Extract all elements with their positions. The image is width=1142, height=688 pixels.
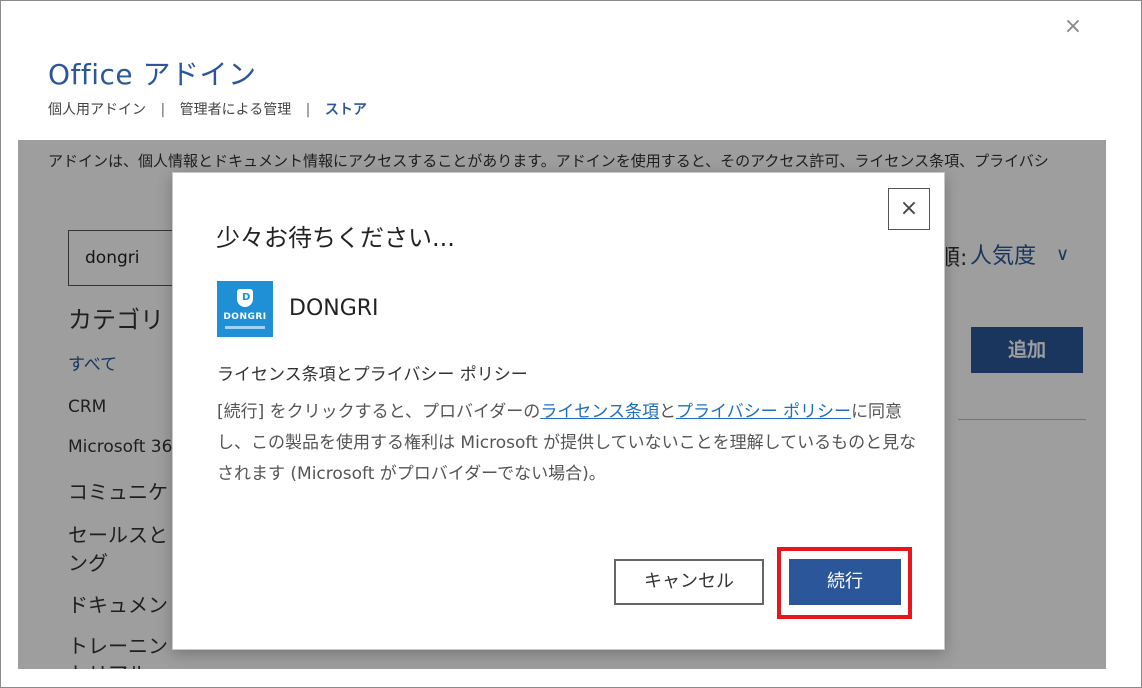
dongri-logo-icon: D DONGRI xyxy=(217,281,273,337)
terms-and: と xyxy=(658,402,676,422)
page-title: Office アドイン xyxy=(48,58,257,91)
breadcrumb-separator: | xyxy=(160,102,166,118)
office-addins-window: × Office アドイン 個人用アドイン | 管理者による管理 | ストア ア… xyxy=(0,0,1142,688)
breadcrumb: 個人用アドイン | 管理者による管理 | ストア xyxy=(48,99,367,119)
section-title: ライセンス条項とプライバシー ポリシー xyxy=(217,365,528,385)
breadcrumb-my-addins[interactable]: 個人用アドイン xyxy=(48,99,146,119)
privacy-policy-link[interactable]: プライバシー ポリシー xyxy=(676,402,851,422)
logo-text: DONGRI xyxy=(223,312,267,322)
terms-text: [続行] をクリックすると、プロバイダーのライセンス条項とプライバシー ポリシー… xyxy=(217,397,917,490)
cancel-button[interactable]: キャンセル xyxy=(614,559,764,605)
close-icon[interactable]: × xyxy=(888,188,930,230)
window-close-icon[interactable]: × xyxy=(1061,15,1085,39)
app-name: DONGRI xyxy=(289,296,379,321)
breadcrumb-store[interactable]: ストア xyxy=(325,99,367,119)
continue-button-highlight xyxy=(777,547,912,619)
breadcrumb-admin-managed[interactable]: 管理者による管理 xyxy=(180,99,292,119)
logo-underline xyxy=(225,326,265,329)
dialog-title: 少々お待ちください... xyxy=(216,224,455,252)
breadcrumb-separator: | xyxy=(305,102,311,118)
logo-letter: D xyxy=(242,292,251,303)
shield-icon: D xyxy=(237,289,253,307)
license-terms-link[interactable]: ライセンス条項 xyxy=(540,402,659,422)
terms-text-part1: [続行] をクリックすると、プロバイダーの xyxy=(217,402,541,422)
